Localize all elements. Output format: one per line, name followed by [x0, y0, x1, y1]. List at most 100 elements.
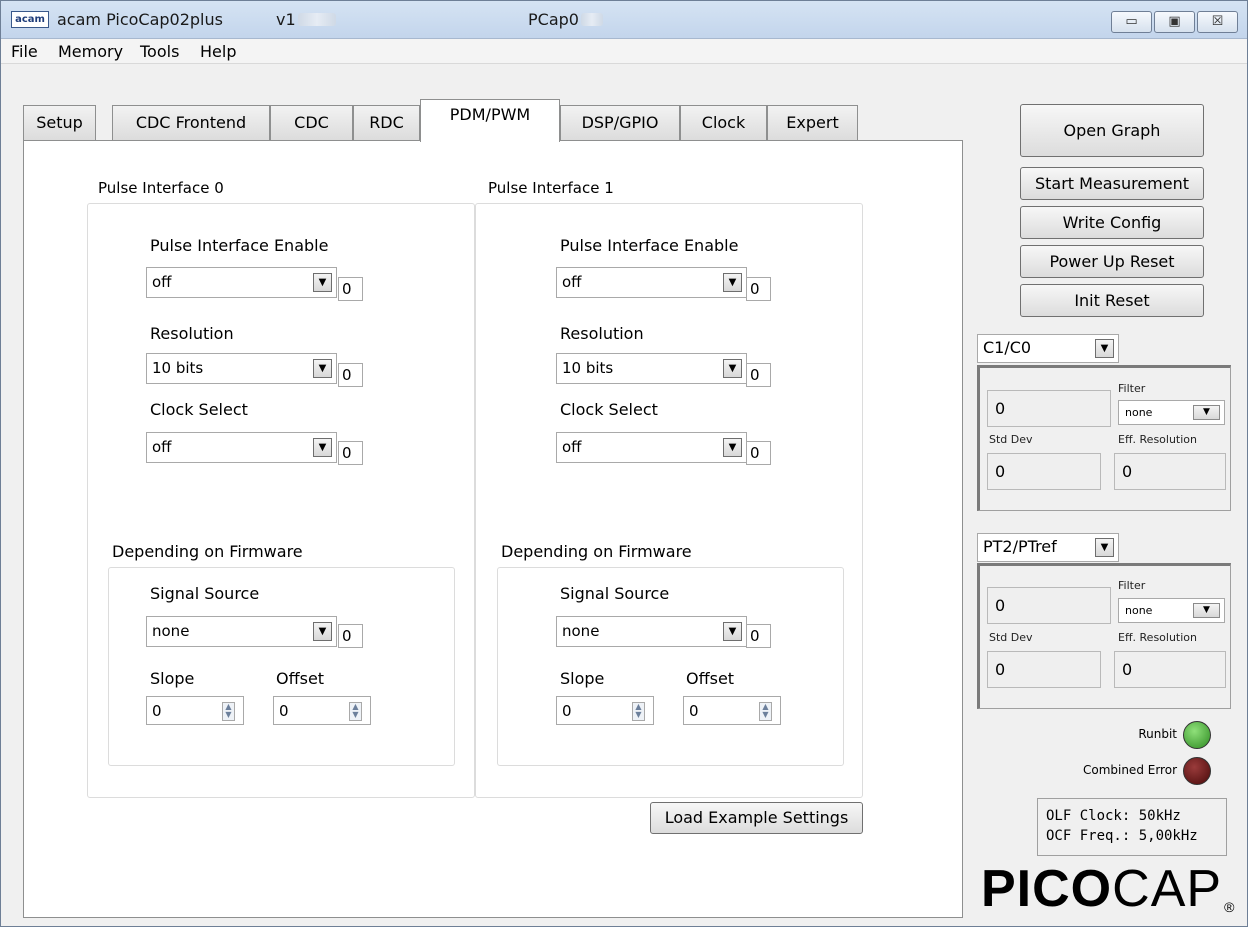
result-2-filter-value: none	[1125, 604, 1153, 617]
minimize-button[interactable]: ▭	[1111, 11, 1152, 33]
pi0-slope-value: 0	[152, 702, 162, 720]
tab-cdc-frontend[interactable]: CDC Frontend	[112, 105, 270, 141]
runbit-led-icon	[1183, 721, 1211, 749]
pi0-enable-select[interactable]: off ▼	[146, 267, 337, 298]
combined-error-led-icon	[1183, 757, 1211, 785]
result-2-std-dev: 0	[987, 651, 1101, 688]
pi1-slope-value: 0	[562, 702, 572, 720]
redacted-blur	[580, 13, 603, 26]
runbit-label: Runbit	[1138, 727, 1177, 741]
pi1-enable-label: Pulse Interface Enable	[560, 236, 739, 255]
spin-down-icon[interactable]: ▼	[225, 710, 231, 719]
tab-pdm-pwm[interactable]: PDM/PWM	[420, 99, 560, 142]
pi1-firmware-title: Depending on Firmware	[501, 542, 692, 561]
maximize-button[interactable]: ▣	[1154, 11, 1195, 33]
write-config-button[interactable]: Write Config	[1020, 206, 1204, 239]
open-graph-button[interactable]: Open Graph	[1020, 104, 1204, 157]
spin-down-icon[interactable]: ▼	[635, 710, 641, 719]
chip-label: PCap0	[528, 10, 603, 29]
chevron-down-icon[interactable]: ▼	[313, 359, 332, 378]
result-1-eff-res: 0	[1114, 453, 1226, 490]
window-title: acam PicoCap02plus	[57, 10, 223, 29]
init-reset-button[interactable]: Init Reset	[1020, 284, 1204, 317]
app-icon: acam	[11, 11, 49, 28]
menu-file[interactable]: File	[11, 42, 38, 61]
chevron-down-icon[interactable]: ▼	[1193, 405, 1220, 420]
pi0-resolution-select[interactable]: 10 bits ▼	[146, 353, 337, 384]
result-1-std-dev: 0	[987, 453, 1101, 490]
spin-down-icon[interactable]: ▼	[762, 710, 768, 719]
spinner-arrows-icon[interactable]: ▲ ▼	[222, 702, 235, 721]
chevron-down-icon[interactable]: ▼	[723, 273, 742, 292]
result-2-std-dev-label: Std Dev	[989, 631, 1033, 644]
tab-setup[interactable]: Setup	[23, 105, 96, 141]
pulse-interface-1-title: Pulse Interface 1	[488, 179, 614, 197]
tab-clock[interactable]: Clock	[680, 105, 767, 141]
pi0-enable-label: Pulse Interface Enable	[150, 236, 329, 255]
pi1-signal-source-reg: 0	[746, 624, 771, 648]
chevron-down-icon[interactable]: ▼	[313, 622, 332, 641]
chevron-down-icon[interactable]: ▼	[723, 438, 742, 457]
pi0-firmware-title: Depending on Firmware	[112, 542, 303, 561]
chevron-down-icon[interactable]: ▼	[1193, 603, 1220, 618]
spinner-arrows-icon[interactable]: ▲ ▼	[349, 702, 362, 721]
title-bar: acam acam PicoCap02plus v1 PCap0 ▭ ▣ ☒	[1, 1, 1247, 39]
result-1-filter-label: Filter	[1118, 382, 1146, 395]
menu-help[interactable]: Help	[200, 42, 236, 61]
chip-text: PCap0	[528, 10, 579, 29]
chevron-down-icon[interactable]: ▼	[1095, 339, 1114, 358]
result-2-filter-label: Filter	[1118, 579, 1146, 592]
chevron-down-icon[interactable]: ▼	[313, 273, 332, 292]
pi0-resolution-label: Resolution	[150, 324, 234, 343]
app-window: acam acam PicoCap02plus v1 PCap0 ▭ ▣ ☒ F…	[0, 0, 1248, 927]
registered-mark: ®	[1224, 899, 1236, 915]
tab-rdc[interactable]: RDC	[353, 105, 420, 141]
result-1-filter-select[interactable]: none ▼	[1118, 400, 1225, 425]
tab-dsp-gpio[interactable]: DSP/GPIO	[560, 105, 680, 141]
pi1-clock-select-value: off	[562, 438, 582, 456]
pulse-interface-0-title: Pulse Interface 0	[98, 179, 224, 197]
pi0-clock-select[interactable]: off ▼	[146, 432, 337, 463]
pi1-offset-spinner[interactable]: 0 ▲ ▼	[683, 696, 781, 725]
menu-tools[interactable]: Tools	[140, 42, 179, 61]
chevron-down-icon[interactable]: ▼	[723, 622, 742, 641]
chevron-down-icon[interactable]: ▼	[313, 438, 332, 457]
close-icon: ☒	[1211, 14, 1224, 29]
spinner-arrows-icon[interactable]: ▲ ▼	[632, 702, 645, 721]
pi1-offset-label: Offset	[686, 669, 735, 688]
pi0-offset-label: Offset	[276, 669, 325, 688]
tab-expert[interactable]: Expert	[767, 105, 858, 141]
maximize-icon: ▣	[1168, 14, 1181, 29]
pi0-clock-select-label: Clock Select	[150, 400, 248, 419]
pi0-signal-source-select[interactable]: none ▼	[146, 616, 337, 647]
chevron-down-icon[interactable]: ▼	[1095, 538, 1114, 557]
pi1-slope-spinner[interactable]: 0 ▲ ▼	[556, 696, 654, 725]
channel-1-value: C1/C0	[983, 338, 1032, 357]
spin-down-icon[interactable]: ▼	[352, 710, 358, 719]
close-button[interactable]: ☒	[1197, 11, 1238, 33]
pi1-offset-value: 0	[689, 702, 699, 720]
pi0-signal-source-reg: 0	[338, 624, 363, 648]
pi1-enable-reg: 0	[746, 277, 771, 301]
start-measurement-button[interactable]: Start Measurement	[1020, 167, 1204, 200]
logo-bold-text: PICO	[981, 860, 1113, 918]
chevron-down-icon[interactable]: ▼	[723, 359, 742, 378]
channel-select-1[interactable]: C1/C0 ▼	[977, 334, 1119, 363]
pi0-signal-source-label: Signal Source	[150, 584, 260, 603]
channel-select-2[interactable]: PT2/PTref ▼	[977, 533, 1119, 562]
pi0-offset-spinner[interactable]: 0 ▲ ▼	[273, 696, 371, 725]
pi0-slope-spinner[interactable]: 0 ▲ ▼	[146, 696, 244, 725]
spinner-arrows-icon[interactable]: ▲ ▼	[759, 702, 772, 721]
pi1-signal-source-select[interactable]: none ▼	[556, 616, 747, 647]
pi1-resolution-select[interactable]: 10 bits ▼	[556, 353, 747, 384]
pi1-clock-select[interactable]: off ▼	[556, 432, 747, 463]
result-2-filter-select[interactable]: none ▼	[1118, 598, 1225, 623]
menu-memory[interactable]: Memory	[58, 42, 123, 61]
logo-light-text: CAP	[1112, 860, 1223, 918]
load-example-settings-button[interactable]: Load Example Settings	[650, 802, 863, 834]
power-up-reset-button[interactable]: Power Up Reset	[1020, 245, 1204, 278]
pi1-enable-select[interactable]: off ▼	[556, 267, 747, 298]
result-2-value: 0	[987, 587, 1111, 624]
tab-cdc[interactable]: CDC	[270, 105, 353, 141]
result-2-eff-res: 0	[1114, 651, 1226, 688]
